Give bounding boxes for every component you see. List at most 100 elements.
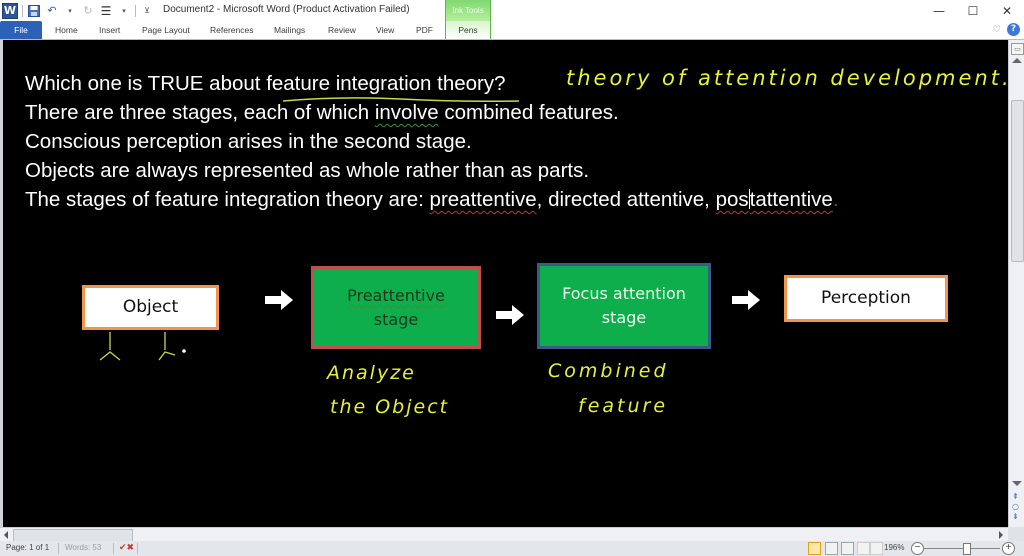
web-layout-view-button[interactable]: [841, 542, 854, 555]
select-browse-object-icon[interactable]: ○: [1012, 502, 1019, 511]
document-page[interactable]: Which one is TRUE about feature integrat…: [3, 40, 1009, 527]
status-divider: [137, 543, 138, 554]
option-4-end: .: [832, 188, 839, 211]
tab-page-layout[interactable]: Page Layout: [142, 21, 190, 39]
scroll-down-icon[interactable]: [1012, 481, 1022, 486]
view-ruler-icon[interactable]: ▭: [1011, 43, 1024, 55]
arrow-right-icon: [265, 290, 293, 310]
zoom-out-button[interactable]: −: [911, 542, 924, 555]
box-label: Object: [122, 296, 179, 317]
question-line: Which one is TRUE about feature integrat…: [25, 72, 506, 96]
handwritten-note-combined: Combined: [548, 360, 669, 382]
status-bar: Page: 1 of 1 Words: 53 ✔✖ 196% − +: [0, 541, 1024, 556]
box-label: Perception: [821, 287, 911, 308]
maximize-icon: ☐: [967, 3, 979, 18]
next-page-icon[interactable]: ⇟: [1012, 512, 1019, 521]
tab-insert[interactable]: Insert: [99, 21, 120, 39]
window-title: Document2 - Microsoft Word (Product Acti…: [163, 4, 410, 15]
arrow-right-icon: [732, 290, 760, 310]
draft-view-button[interactable]: [870, 542, 883, 555]
box-label-line-1: Preattentive: [347, 285, 445, 305]
handwritten-note-analyze: Analyze: [327, 362, 416, 384]
outline-view-button[interactable]: [857, 542, 870, 555]
save-icon[interactable]: [27, 4, 41, 18]
qat-divider: [135, 4, 136, 17]
tab-file[interactable]: File: [0, 21, 42, 39]
tab-pdf[interactable]: PDF: [416, 21, 433, 39]
previous-page-icon[interactable]: ⇞: [1012, 492, 1019, 501]
box-label: Preattentive stage: [347, 284, 445, 332]
option-line-3: Objects are always represented as whole …: [25, 159, 590, 182]
option-line-1: There are three stages, each of which in…: [25, 101, 619, 125]
diagram-box-preattentive: Preattentive stage: [311, 266, 481, 349]
handwritten-note-top: theory of attention development.: [566, 66, 1012, 90]
handwritten-note-feature: feature: [578, 395, 669, 417]
spelling-flag-word[interactable]: preattentive: [430, 188, 537, 211]
question-highlight: feature integration theory: [266, 72, 495, 95]
undo-icon[interactable]: ↶: [45, 4, 59, 18]
diagram-box-perception: Perception: [784, 275, 948, 322]
arrow-right-icon: [496, 305, 524, 325]
tab-view[interactable]: View: [376, 21, 394, 39]
paragraph-format-icon[interactable]: ☰: [99, 4, 113, 18]
zoom-in-button[interactable]: +: [1002, 542, 1015, 555]
question-suffix: ?: [494, 72, 506, 95]
question-prefix: Which one is TRUE about: [25, 72, 267, 95]
option-line-4: The stages of feature integration theory…: [25, 188, 839, 212]
option-1-text-a: There are three stages, each of which: [25, 101, 375, 124]
handwritten-note-the-object: the Object: [330, 396, 450, 418]
scroll-right-icon[interactable]: [999, 531, 1003, 539]
word-count[interactable]: Words: 53: [65, 543, 101, 552]
option-4-text-a: The stages of feature integration theory…: [25, 188, 430, 211]
close-icon: ✕: [1001, 3, 1013, 18]
tab-home[interactable]: Home: [55, 21, 78, 39]
spelling-flag-word[interactable]: postattentive: [716, 188, 833, 211]
close-button[interactable]: ✕: [990, 0, 1024, 21]
option-1-text-b: combined features.: [438, 101, 619, 124]
diagram-box-focus-attention: Focus attention stage: [537, 263, 711, 349]
ribbon-tabs: File Home Insert Page Layout References …: [0, 21, 1024, 40]
zoom-slider-thumb[interactable]: [962, 543, 971, 555]
word-part: pos: [715, 188, 749, 211]
format-dropdown-icon[interactable]: ▾: [117, 4, 131, 18]
tab-mailings[interactable]: Mailings: [274, 21, 305, 39]
status-divider: [113, 543, 114, 554]
diagram-box-object: Object: [82, 285, 219, 330]
minimize-icon: —: [933, 3, 945, 18]
title-bar: W ↶ ▾ ↻ ☰ ▾ ⊻ Document2 - Microsoft Word…: [0, 0, 1024, 21]
box-label-line-2: stage: [601, 308, 647, 327]
option-4-text-b: , directed attentive,: [536, 188, 716, 211]
help-icon[interactable]: ?: [1007, 23, 1020, 36]
tab-references[interactable]: References: [210, 21, 253, 39]
tab-review[interactable]: Review: [328, 21, 356, 39]
undo-dropdown-icon[interactable]: ▾: [63, 4, 77, 18]
grammar-flag-word[interactable]: involve: [375, 101, 439, 124]
zoom-level[interactable]: 196%: [884, 543, 904, 552]
customize-qat-icon[interactable]: ⊻: [140, 4, 154, 18]
word-logo-icon[interactable]: W: [2, 2, 18, 19]
vertical-scrollbar[interactable]: ▭ ⇞ ○ ⇟: [1008, 40, 1024, 527]
qat-divider: [22, 4, 23, 17]
print-layout-view-button[interactable]: [808, 542, 821, 555]
page-count[interactable]: Page: 1 of 1: [6, 543, 49, 552]
minimize-ribbon-icon[interactable]: ♡: [993, 25, 1001, 35]
redo-icon[interactable]: ↻: [81, 4, 95, 18]
ink-stick-figure-marks: [99, 332, 186, 361]
quick-access-toolbar: W ↶ ▾ ↻ ☰ ▾ ⊻: [2, 2, 154, 19]
scroll-left-icon[interactable]: [4, 531, 8, 539]
ink-tools-group-label: Ink Tools: [445, 0, 491, 21]
horizontal-scrollbar[interactable]: [0, 527, 1008, 542]
box-label-line-1: Focus attention: [562, 284, 686, 303]
maximize-button[interactable]: ☐: [956, 0, 990, 21]
status-divider: [58, 543, 59, 554]
option-line-2: Conscious perception arises in the secon…: [25, 130, 472, 153]
word-part: tattentive: [749, 188, 833, 211]
tab-pens[interactable]: Pens: [445, 21, 491, 39]
full-screen-reading-view-button[interactable]: [825, 542, 838, 555]
proofing-errors-icon[interactable]: ✔✖: [119, 542, 134, 553]
window-controls: — ☐ ✕: [922, 0, 1024, 21]
scroll-up-icon[interactable]: [1012, 58, 1022, 63]
vertical-scroll-thumb[interactable]: [1011, 100, 1024, 262]
box-label: Focus attention stage: [562, 282, 686, 330]
minimize-button[interactable]: —: [922, 0, 956, 21]
